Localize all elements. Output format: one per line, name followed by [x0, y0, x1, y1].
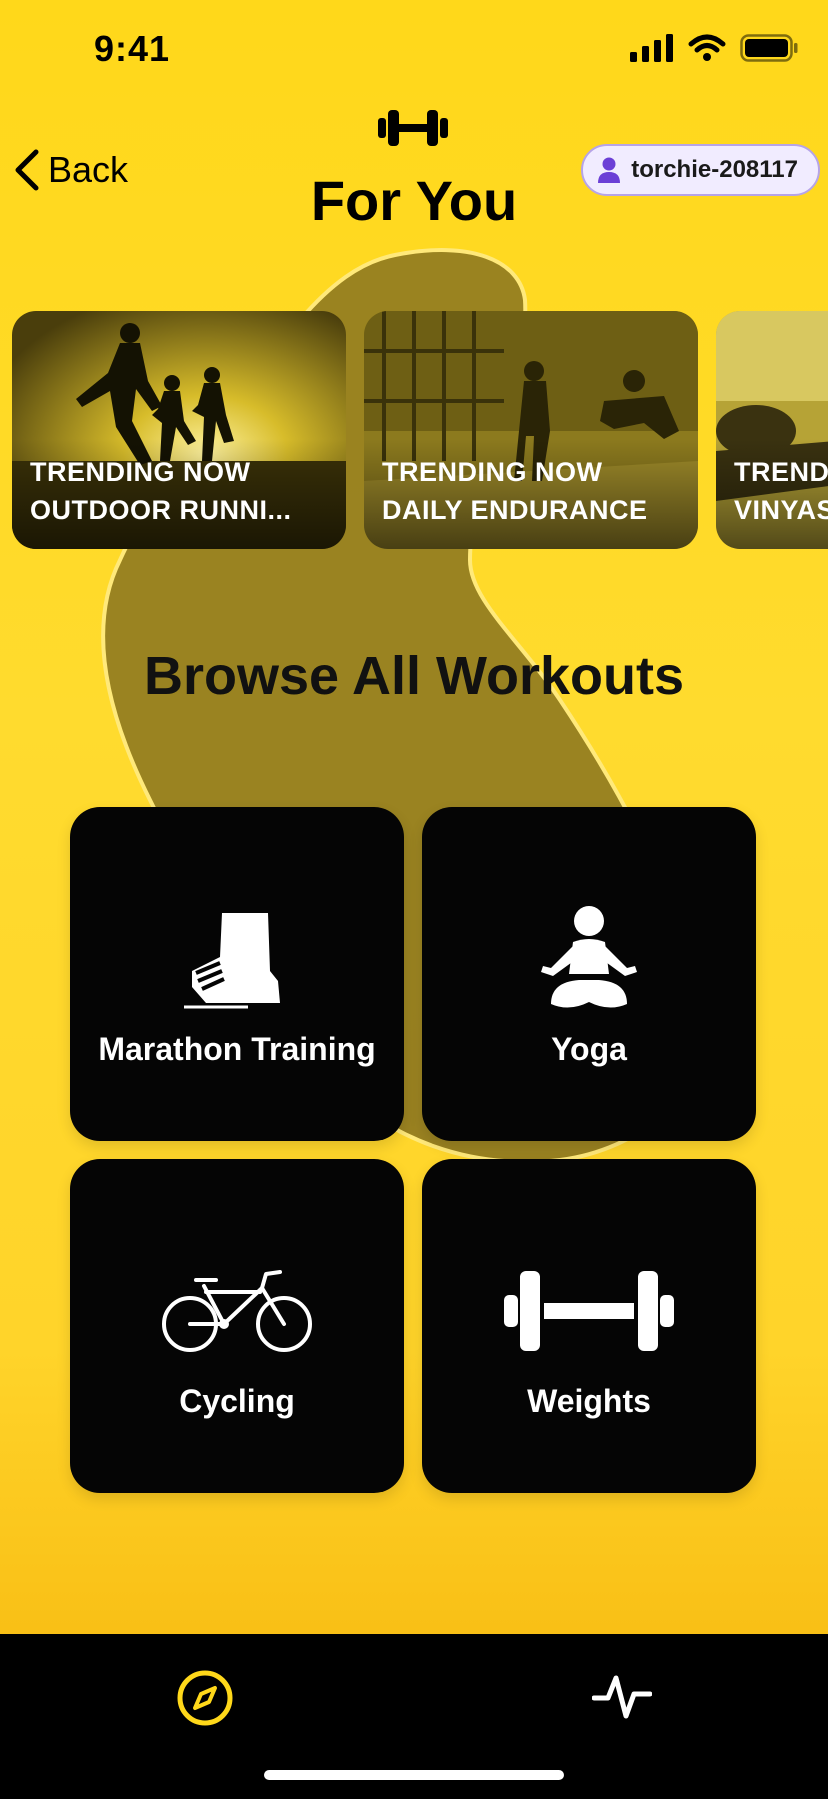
tile-cycling[interactable]: Cycling — [70, 1159, 404, 1493]
tab-bar — [0, 1634, 828, 1799]
battery-icon — [740, 34, 798, 62]
trending-card-line2: OUTDOOR RUNNI... — [30, 495, 292, 525]
status-bar: 9:41 — [0, 0, 828, 100]
wifi-icon — [688, 34, 726, 61]
dumbbell-icon — [504, 1271, 674, 1351]
user-icon — [598, 157, 621, 183]
trending-card-line2: VINYAS — [734, 495, 828, 525]
trending-card-line1: TRENDING NOW — [382, 457, 603, 487]
trending-card-outdoor-running[interactable]: TRENDING NOW OUTDOOR RUNNI... — [12, 311, 346, 549]
tile-label: Cycling — [179, 1383, 295, 1419]
trending-card-line2: DAILY ENDURANCE — [382, 495, 648, 525]
tile-weights[interactable]: Weights — [422, 1159, 756, 1493]
trending-card-line1: TRENDING NOW — [30, 457, 251, 487]
tile-label: Weights — [527, 1383, 651, 1419]
tile-marathon-training[interactable]: Marathon Training — [70, 807, 404, 1141]
trending-card-vinyasa[interactable]: TREND VINYAS — [716, 311, 828, 549]
trending-card-line1: TREND — [734, 457, 828, 487]
status-icons — [630, 34, 798, 62]
signal-icon — [630, 34, 673, 62]
meditation-icon — [541, 906, 637, 1008]
user-badge[interactable]: torchie-208117 — [581, 144, 820, 196]
tile-label: Yoga — [551, 1031, 627, 1067]
dumbbell-logo-icon — [378, 110, 448, 146]
trending-card-daily-endurance[interactable]: TRENDING NOW DAILY ENDURANCE — [364, 311, 698, 549]
username: torchie-208117 — [631, 156, 798, 183]
compass-icon[interactable] — [175, 1668, 235, 1728]
activity-icon[interactable] — [592, 1666, 652, 1726]
running-shoe-icon — [184, 913, 280, 1009]
browse-section-title: Browse All Workouts — [143, 646, 685, 706]
trending-carousel[interactable]: TRENDING NOW OUTDOOR RUNNI... TRENDING N… — [12, 311, 828, 549]
tile-yoga[interactable]: Yoga — [422, 807, 756, 1141]
tile-label: Marathon Training — [98, 1031, 376, 1067]
status-time: 9:41 — [94, 28, 171, 69]
bicycle-icon — [162, 1270, 312, 1352]
home-indicator — [264, 1770, 564, 1780]
